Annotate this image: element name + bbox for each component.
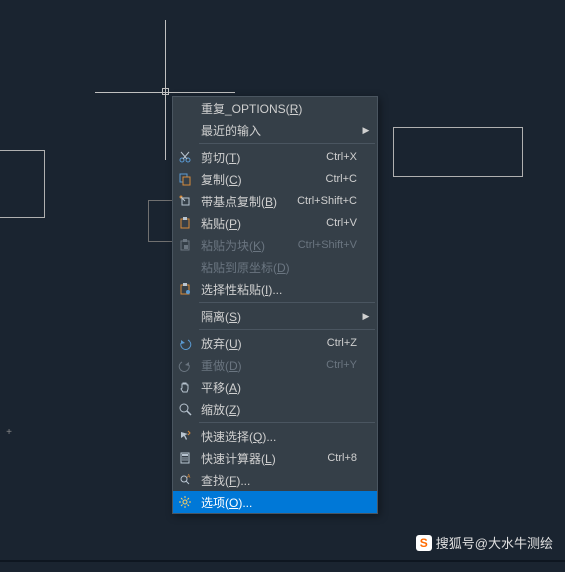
menu-item-shortcut: Ctrl+Z bbox=[327, 337, 361, 349]
sohu-logo-icon: S bbox=[416, 535, 432, 551]
menu-item-label: 缩放(Z) bbox=[197, 401, 357, 418]
menu-item-shortcut: Ctrl+8 bbox=[327, 452, 361, 464]
calc-icon bbox=[173, 447, 197, 469]
paste-block-icon bbox=[173, 234, 197, 256]
menu-item-shortcut: Ctrl+X bbox=[326, 151, 361, 163]
menu-item-label: 粘贴到原坐标(D) bbox=[197, 259, 357, 276]
menu-item-shortcut: Ctrl+V bbox=[326, 217, 361, 229]
watermark: S 搜狐号@大水牛测绘 bbox=[416, 533, 553, 552]
menu-item-label: 隔离(S) bbox=[197, 308, 357, 325]
scissors-icon bbox=[173, 146, 197, 168]
menu-item-label: 重做(D) bbox=[197, 357, 326, 374]
blank-icon bbox=[173, 256, 197, 278]
qselect-icon bbox=[173, 425, 197, 447]
menu-item-label: 带基点复制(B) bbox=[197, 193, 297, 210]
paste-icon bbox=[173, 212, 197, 234]
crosshair-pickbox bbox=[162, 88, 169, 95]
menu-item-redo: 重做(D)Ctrl+Y bbox=[173, 354, 377, 376]
menu-item-paste[interactable]: 粘贴(P)Ctrl+V bbox=[173, 212, 377, 234]
redo-icon bbox=[173, 354, 197, 376]
menu-item-label: 粘贴(P) bbox=[197, 215, 326, 232]
undo-icon bbox=[173, 332, 197, 354]
menu-item-label: 最近的输入 bbox=[197, 122, 357, 139]
canvas-rect-left bbox=[0, 150, 45, 218]
menu-item-paste-orig: 粘贴到原坐标(D) bbox=[173, 256, 377, 278]
gear-icon bbox=[173, 491, 197, 513]
menu-item-qselect[interactable]: 快速选择(Q)... bbox=[173, 425, 377, 447]
menu-separator bbox=[199, 143, 375, 144]
menu-separator bbox=[199, 422, 375, 423]
menu-item-recent-input[interactable]: 最近的输入 ▶ bbox=[173, 119, 377, 141]
menu-item-label: 粘贴为块(K) bbox=[197, 237, 298, 254]
menu-item-zoom[interactable]: 缩放(Z) bbox=[173, 398, 377, 420]
menu-item-copy[interactable]: 复制(C)Ctrl+C bbox=[173, 168, 377, 190]
bottom-divider bbox=[0, 560, 565, 562]
menu-item-paste-block: 粘贴为块(K)Ctrl+Shift+V bbox=[173, 234, 377, 256]
find-icon: A bbox=[173, 469, 197, 491]
submenu-arrow-icon: ▶ bbox=[361, 311, 371, 322]
menu-item-label: 选项(O)... bbox=[197, 494, 357, 511]
canvas-rect-right bbox=[393, 127, 523, 177]
menu-item-label: 复制(C) bbox=[197, 171, 326, 188]
zoom-icon bbox=[173, 398, 197, 420]
menu-item-cut[interactable]: 剪切(T)Ctrl+X bbox=[173, 146, 377, 168]
menu-item-options[interactable]: 选项(O)... bbox=[173, 491, 377, 513]
menu-item-label: 快速计算器(L) bbox=[197, 450, 327, 467]
menu-item-label: 查找(F)... bbox=[197, 472, 357, 489]
menu-item-label: 剪切(T) bbox=[197, 149, 326, 166]
menu-item-find[interactable]: A 查找(F)... bbox=[173, 469, 377, 491]
menu-item-undo[interactable]: 放弃(U)Ctrl+Z bbox=[173, 332, 377, 354]
menu-item-shortcut: Ctrl+Shift+V bbox=[298, 239, 361, 251]
menu-separator bbox=[199, 329, 375, 330]
copy-icon bbox=[173, 168, 197, 190]
blank-icon bbox=[173, 97, 197, 119]
menu-item-label: 选择性粘贴(I)... bbox=[197, 281, 357, 298]
blank-icon bbox=[173, 305, 197, 327]
menu-item-label: 快速选择(Q)... bbox=[197, 428, 357, 445]
copy-base-icon bbox=[173, 190, 197, 212]
menu-item-label: 重复_OPTIONS(R) bbox=[197, 100, 357, 117]
menu-item-copy-base[interactable]: 带基点复制(B)Ctrl+Shift+C bbox=[173, 190, 377, 212]
blank-icon bbox=[173, 119, 197, 141]
context-menu: 重复_OPTIONS(R)最近的输入▶剪切(T)Ctrl+X复制(C)Ctrl+… bbox=[172, 96, 378, 514]
watermark-text: 搜狐号@大水牛测绘 bbox=[436, 533, 553, 552]
pan-icon bbox=[173, 376, 197, 398]
svg-text:A: A bbox=[187, 474, 191, 480]
menu-item-shortcut: Ctrl+Shift+C bbox=[297, 195, 361, 207]
paste-special-icon bbox=[173, 278, 197, 300]
menu-item-label: 平移(A) bbox=[197, 379, 357, 396]
menu-item-label: 放弃(U) bbox=[197, 335, 327, 352]
menu-item-shortcut: Ctrl+C bbox=[326, 173, 361, 185]
menu-item-repeat-options[interactable]: 重复_OPTIONS(R) bbox=[173, 97, 377, 119]
ruler-mark: + bbox=[3, 423, 15, 441]
menu-item-qcalc[interactable]: 快速计算器(L)Ctrl+8 bbox=[173, 447, 377, 469]
menu-separator bbox=[199, 302, 375, 303]
submenu-arrow-icon: ▶ bbox=[361, 125, 371, 136]
menu-item-pan[interactable]: 平移(A) bbox=[173, 376, 377, 398]
menu-item-paste-special[interactable]: 选择性粘贴(I)... bbox=[173, 278, 377, 300]
menu-item-isolate[interactable]: 隔离(S) ▶ bbox=[173, 305, 377, 327]
menu-item-shortcut: Ctrl+Y bbox=[326, 359, 361, 371]
